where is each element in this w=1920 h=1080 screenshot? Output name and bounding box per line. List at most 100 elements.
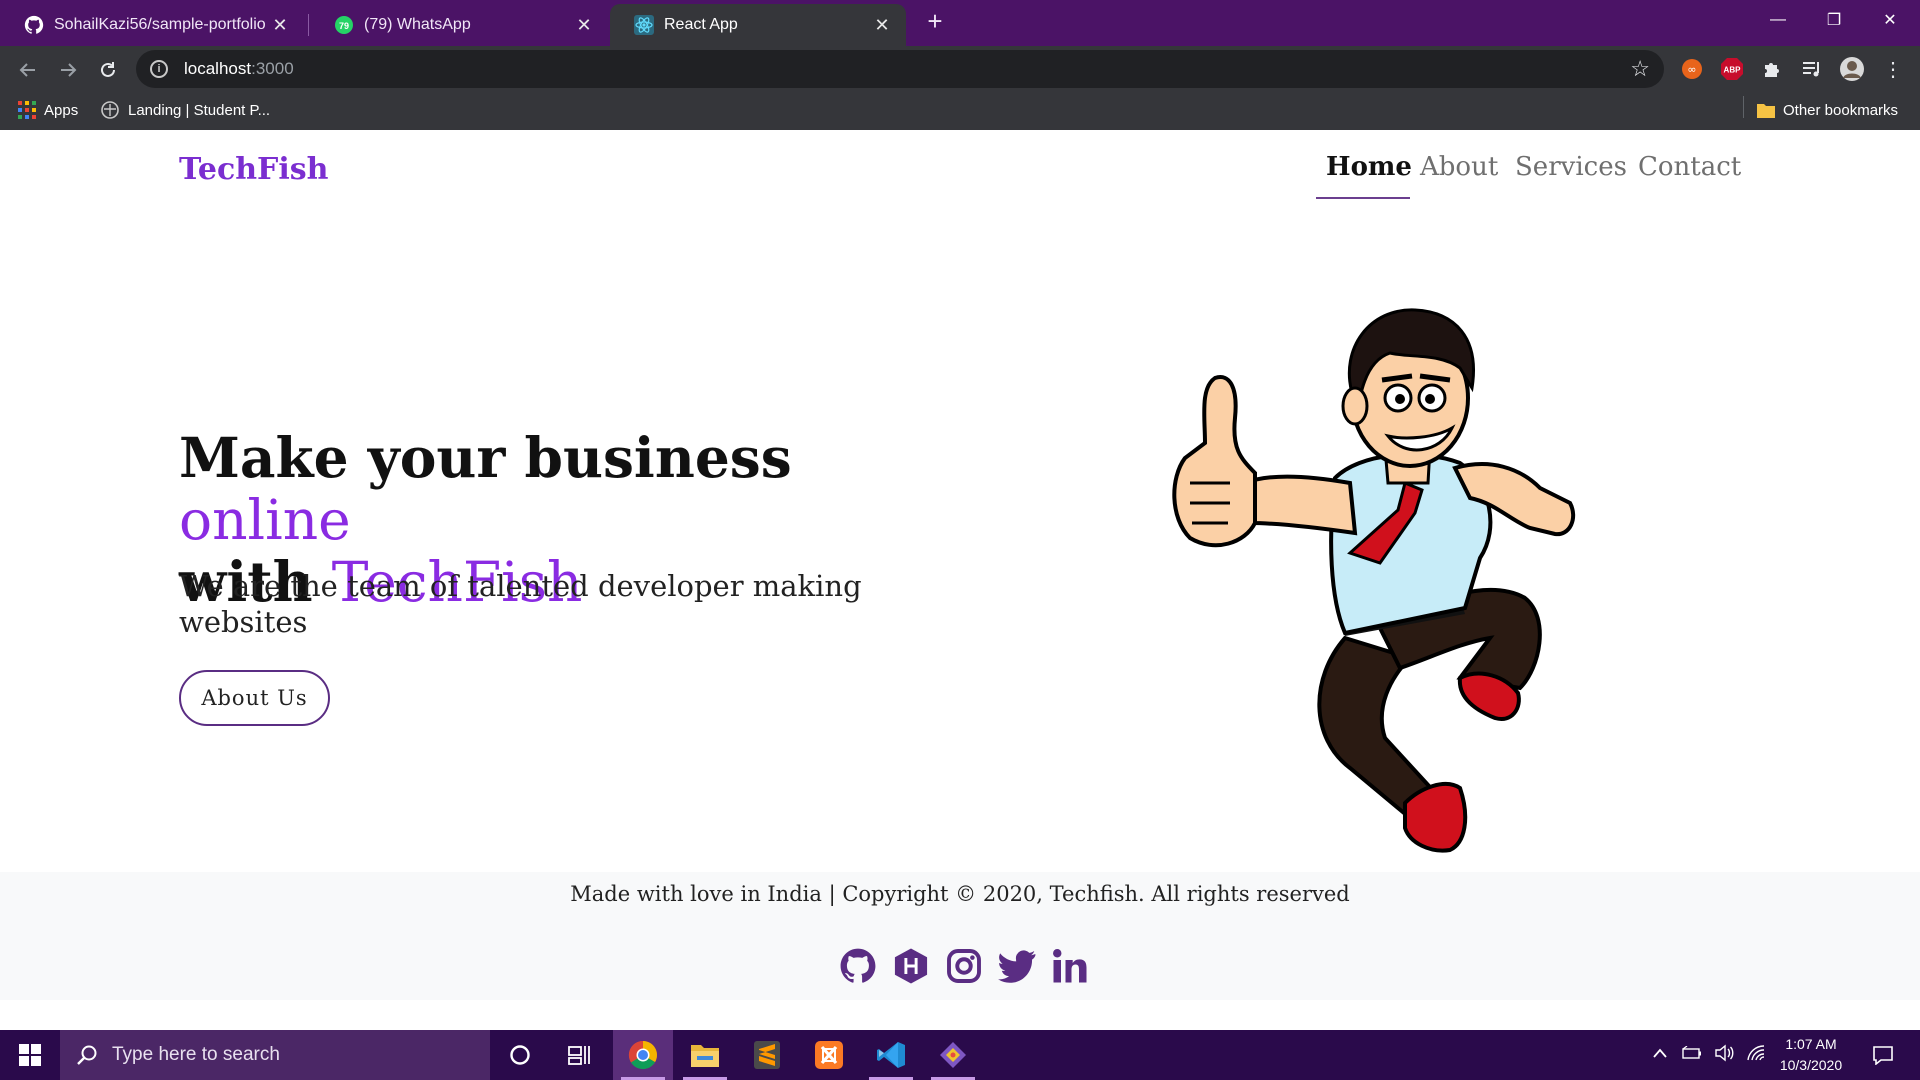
adblock-plus-icon[interactable]: ABP xyxy=(1719,56,1745,82)
bookmark-apps[interactable]: Apps xyxy=(18,92,78,128)
bookmark-star-icon[interactable]: ☆ xyxy=(1630,56,1650,82)
instagram-link[interactable] xyxy=(944,946,984,986)
linkedin-link[interactable] xyxy=(1050,946,1090,986)
student-portal-icon xyxy=(100,100,120,120)
new-tab-button[interactable]: + xyxy=(920,6,950,36)
tab-close-button[interactable]: ✕ xyxy=(574,15,594,36)
hashnode-link[interactable] xyxy=(891,946,931,986)
url-port: :3000 xyxy=(251,59,294,78)
nav-about[interactable]: About xyxy=(1420,152,1498,182)
tray-overflow-chevron-icon[interactable] xyxy=(1652,1046,1668,1064)
clock-date: 10/3/2020 xyxy=(1779,1057,1843,1073)
site-info-icon[interactable]: i xyxy=(150,60,168,78)
vscode-icon xyxy=(877,1042,905,1068)
hero-title-text: Make your business xyxy=(179,425,792,490)
cortana-button[interactable] xyxy=(490,1030,550,1080)
system-tray xyxy=(1652,1030,1766,1080)
task-view-icon xyxy=(568,1046,590,1065)
task-view-button[interactable] xyxy=(550,1030,610,1080)
tab-whatsapp[interactable]: 79 (79) WhatsApp ✕ xyxy=(310,4,608,46)
nav-home[interactable]: Home xyxy=(1326,152,1412,182)
cartoon-developer-illustration xyxy=(1172,308,1576,853)
whatsapp-icon: 79 xyxy=(334,15,354,35)
page-content: TechFish Home About Services Contact Mak… xyxy=(0,130,1920,1030)
forward-button[interactable] xyxy=(52,54,84,86)
back-button[interactable] xyxy=(12,54,44,86)
svg-text:ABP: ABP xyxy=(1724,66,1742,75)
github-icon xyxy=(840,948,876,983)
cortana-icon xyxy=(510,1045,530,1065)
linkedin-icon xyxy=(1053,949,1087,983)
browser-menu-icon[interactable]: ⋮ xyxy=(1880,56,1906,82)
taskbar-chrome[interactable] xyxy=(613,1030,673,1080)
hashnode-icon xyxy=(894,948,928,984)
react-icon xyxy=(634,15,654,35)
tab-title: React App xyxy=(664,16,738,33)
tab-close-button[interactable]: ✕ xyxy=(270,15,290,36)
battery-icon[interactable] xyxy=(1682,1045,1702,1065)
url-host: localhost xyxy=(184,59,252,78)
minimize-button[interactable]: — xyxy=(1750,0,1806,40)
taskbar-xampp[interactable] xyxy=(799,1030,859,1080)
restore-button[interactable]: ❐ xyxy=(1806,0,1862,40)
xampp-icon xyxy=(815,1041,843,1069)
action-center-button[interactable] xyxy=(1858,1030,1908,1080)
nav-contact[interactable]: Contact xyxy=(1638,152,1741,182)
close-window-button[interactable]: ✕ xyxy=(1862,0,1918,40)
taskbar-search-box[interactable]: Type here to search xyxy=(60,1030,490,1080)
browser-tab-bar: SohailKazi56/sample-portfolio ✕ 79 (79) … xyxy=(0,0,1920,46)
media-control-icon[interactable] xyxy=(1799,56,1825,82)
volume-icon[interactable] xyxy=(1714,1044,1734,1067)
clock-time: 1:07 AM xyxy=(1785,1036,1837,1052)
footer-copyright: Made with love in India | Copyright © 20… xyxy=(570,882,1350,906)
ext-infinity-icon[interactable]: ∞ xyxy=(1679,56,1705,82)
extensions-puzzle-icon[interactable] xyxy=(1759,56,1785,82)
sublime-text-icon xyxy=(754,1041,780,1069)
folder-icon xyxy=(1757,102,1775,118)
github-link[interactable] xyxy=(838,946,878,986)
svg-text:79: 79 xyxy=(339,21,349,31)
taskbar-sublime-text[interactable] xyxy=(737,1030,797,1080)
site-brand-logo[interactable]: TechFish xyxy=(179,152,328,187)
hero-title-accent: online xyxy=(179,488,351,552)
other-bookmarks[interactable]: Other bookmarks xyxy=(1757,92,1898,128)
bookmarks-divider xyxy=(1743,96,1744,118)
reload-icon xyxy=(101,62,115,77)
apps-grid-icon xyxy=(18,101,36,119)
system-clock[interactable]: 1:07 AM 10/3/2020 xyxy=(1768,1034,1854,1076)
tab-divider xyxy=(308,14,309,36)
twitter-link[interactable] xyxy=(997,946,1037,986)
nav-services[interactable]: Services xyxy=(1515,152,1627,182)
tab-close-button[interactable]: ✕ xyxy=(872,15,892,36)
github-icon xyxy=(24,15,44,35)
windows-taskbar: Type here to search 1:07 AM 10/3/2020 xyxy=(0,1030,1920,1080)
tab-github[interactable]: SohailKazi56/sample-portfolio ✕ xyxy=(0,4,304,46)
hero-subtitle: We are the team of talented developer ma… xyxy=(179,569,862,639)
social-links xyxy=(838,946,1090,986)
taskbar-vscode[interactable] xyxy=(861,1030,921,1080)
other-bookmarks-label: Other bookmarks xyxy=(1783,101,1899,119)
taskbar-file-explorer[interactable] xyxy=(675,1030,735,1080)
git-icon xyxy=(940,1042,966,1068)
notification-icon xyxy=(1873,1046,1893,1065)
chrome-icon xyxy=(628,1040,657,1070)
taskbar-git[interactable] xyxy=(923,1030,983,1080)
instagram-icon xyxy=(947,949,981,983)
site-footer: Made with love in India | Copyright © 20… xyxy=(0,872,1920,1000)
forward-arrow-icon xyxy=(61,63,77,77)
wifi-icon[interactable] xyxy=(1746,1044,1766,1067)
windows-logo-icon xyxy=(19,1044,41,1066)
start-button[interactable] xyxy=(0,1030,60,1080)
bookmark-label: Apps xyxy=(44,101,79,119)
back-arrow-icon xyxy=(19,63,35,77)
about-us-button[interactable]: About Us xyxy=(179,670,330,726)
tab-title: SohailKazi56/sample-portfolio xyxy=(54,16,266,33)
profile-avatar[interactable] xyxy=(1839,56,1865,82)
address-bar[interactable]: i localhost :3000 ☆ xyxy=(136,50,1664,88)
bookmark-student-portal[interactable]: Landing | Student P... xyxy=(100,92,270,128)
search-icon xyxy=(76,1044,98,1066)
tab-title: (79) WhatsApp xyxy=(364,16,471,33)
reload-button[interactable] xyxy=(92,54,124,86)
twitter-icon xyxy=(998,950,1036,983)
tab-react-app[interactable]: React App ✕ xyxy=(610,4,906,46)
